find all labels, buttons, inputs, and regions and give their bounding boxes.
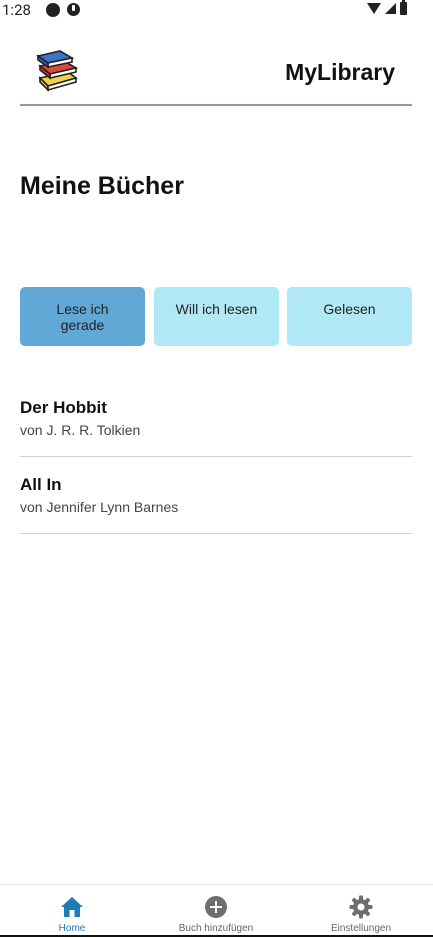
wifi-icon <box>367 3 381 14</box>
app-title: MyLibrary <box>285 59 395 85</box>
filter-reading-button[interactable]: Lese ich gerade <box>20 287 145 346</box>
nav-home-label: Home <box>58 923 86 934</box>
filter-read-button[interactable]: Gelesen <box>287 287 412 346</box>
gear-icon <box>349 895 373 919</box>
book-list: Der Hobbit von J. R. R. Tolkien All In v… <box>20 380 412 534</box>
nav-settings-label: Einstellungen <box>330 923 392 934</box>
nav-home[interactable]: Home <box>0 885 144 938</box>
alert-icon <box>67 3 80 16</box>
notification-dot-icon <box>46 3 60 17</box>
book-title: All In <box>20 475 62 494</box>
books-stack-icon <box>36 50 79 92</box>
nav-add-book-label: Buch hinzufügen <box>178 923 254 934</box>
filter-want-to-read-button[interactable]: Will ich lesen <box>154 287 279 346</box>
book-author: von Jennifer Lynn Barnes <box>20 499 179 515</box>
add-circle-icon <box>205 896 227 918</box>
signal-icon <box>385 3 396 14</box>
nav-add-book[interactable]: Buch hinzufügen <box>144 885 288 938</box>
filter-tabs: Lese ich gerade Will ich lesen Gelesen <box>20 287 412 347</box>
page-title: Meine Bücher <box>20 172 184 200</box>
book-title: Der Hobbit <box>20 398 107 417</box>
nav-settings[interactable]: Einstellungen <box>289 885 433 938</box>
status-bar: 1:28 <box>0 0 433 22</box>
status-time: 1:28 <box>2 1 31 19</box>
book-author: von J. R. R. Tolkien <box>20 422 141 438</box>
app-header: MyLibrary <box>20 48 412 106</box>
bottom-navigation: Home Buch hinzufügen Einstellungen <box>0 884 433 938</box>
book-list-item[interactable]: Der Hobbit von J. R. R. Tolkien <box>20 380 412 457</box>
status-icons <box>367 0 407 15</box>
book-list-item[interactable]: All In von Jennifer Lynn Barnes <box>20 457 412 534</box>
home-icon <box>61 897 83 917</box>
battery-icon <box>400 0 407 15</box>
